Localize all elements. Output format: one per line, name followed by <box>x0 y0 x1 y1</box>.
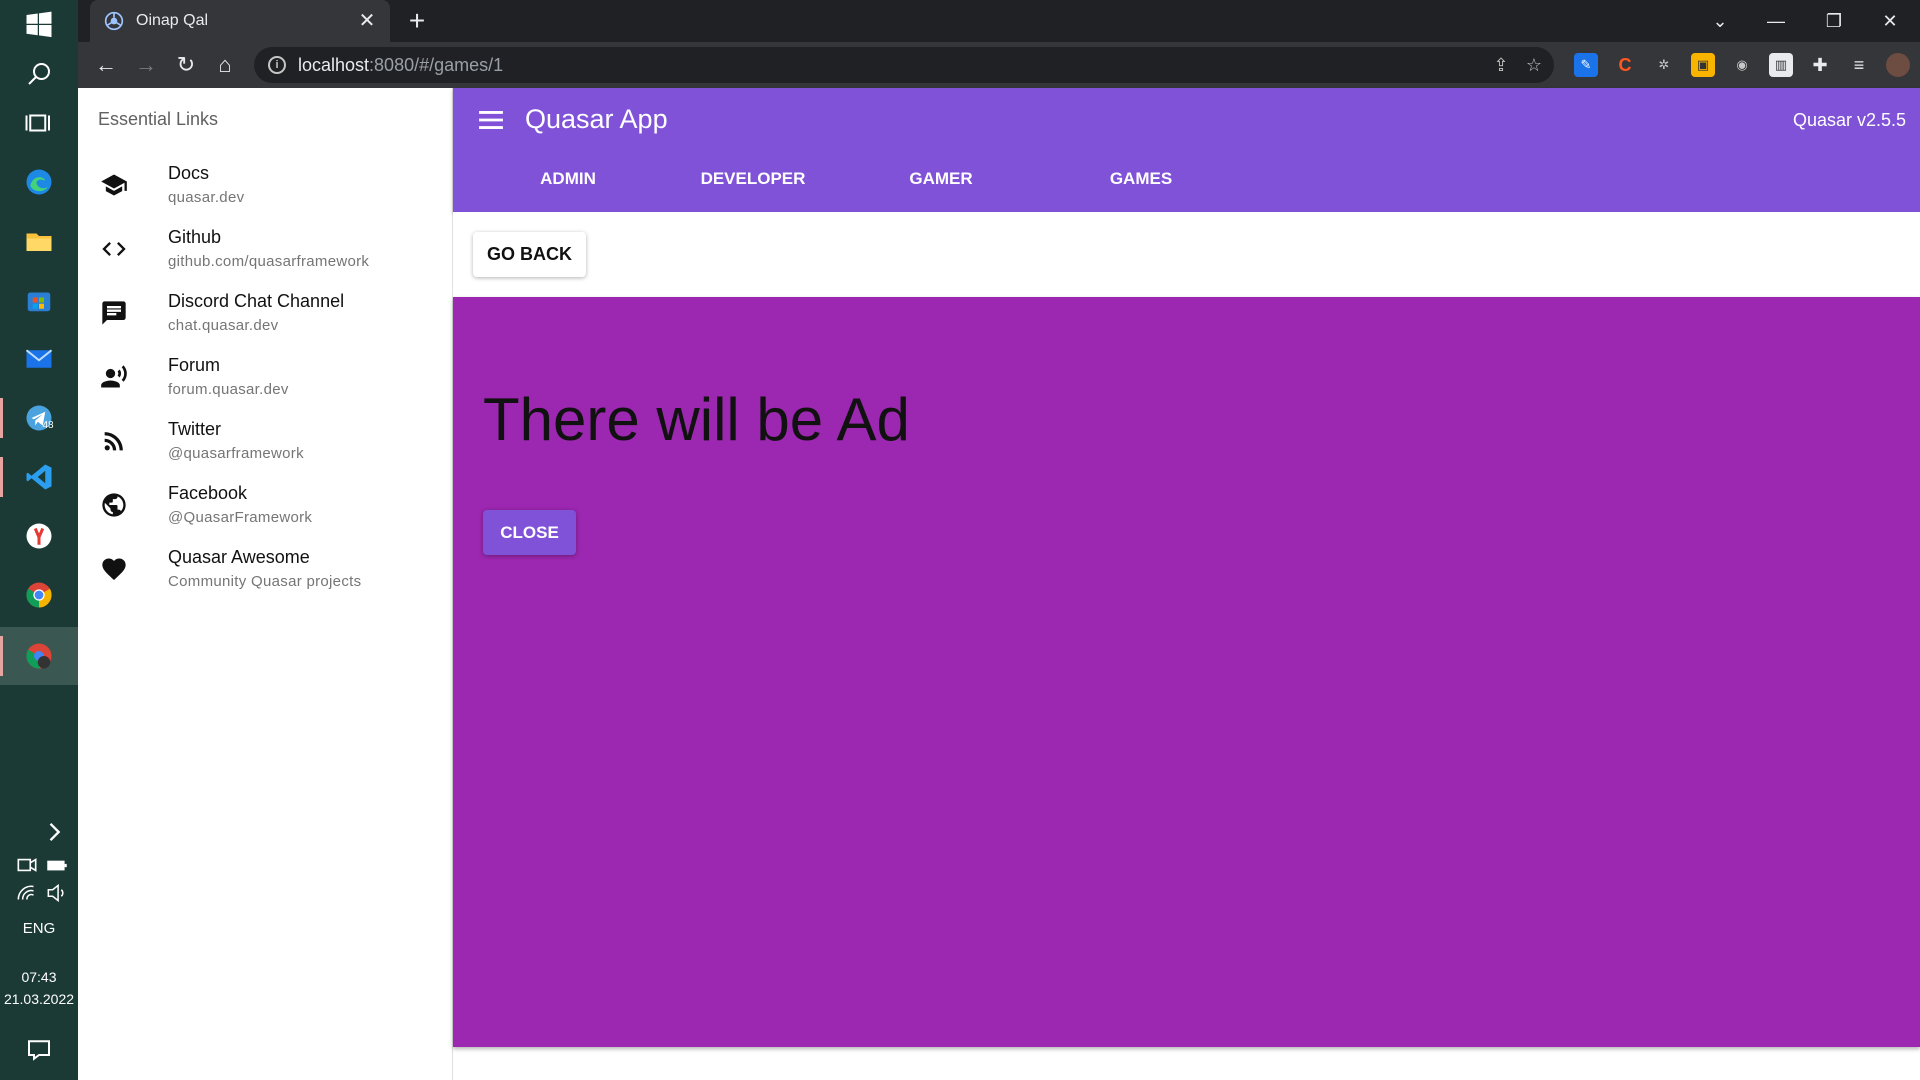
quasar-favicon-icon <box>104 11 124 31</box>
store-icon[interactable] <box>19 280 59 320</box>
chevron-right-icon[interactable] <box>40 812 68 852</box>
link-title: Github <box>168 227 222 247</box>
reload-icon[interactable]: ↻ <box>172 51 200 79</box>
record-voice-icon <box>98 361 130 393</box>
link-item-quasar-awesome[interactable]: Quasar Awesome Community Quasar projects <box>78 537 452 601</box>
tab-admin[interactable]: Admin <box>513 166 623 206</box>
battery-icon <box>44 852 70 878</box>
extensions-puzzle-icon[interactable]: ✚ <box>1808 53 1832 77</box>
link-item-forum[interactable]: Forum forum.quasar.dev <box>78 345 452 409</box>
public-icon <box>98 489 130 521</box>
chrome-profile-icon[interactable] <box>19 636 59 676</box>
forward-icon[interactable]: → <box>132 51 160 79</box>
url-text: localhost:8080/#/games/1 <box>298 55 503 76</box>
clock-time[interactable]: 07:43 <box>0 969 78 985</box>
link-caption: chat.quasar.dev <box>168 317 279 334</box>
site-info-icon[interactable]: i <box>268 56 286 74</box>
clock-date[interactable]: 21.03.2022 <box>0 991 78 1007</box>
windows-start-icon[interactable] <box>19 5 59 45</box>
tab-search-icon[interactable]: ⌄ <box>1700 6 1740 36</box>
file-explorer-icon[interactable] <box>19 221 59 261</box>
drawer-header: Essential Links <box>98 109 219 129</box>
rss-feed-icon <box>98 425 130 457</box>
link-title: Docs <box>168 163 210 183</box>
extension-pen-icon[interactable]: ✎ <box>1574 53 1598 77</box>
link-caption: Community Quasar projects <box>168 573 362 590</box>
windows-taskbar: 48 ENG 07:43 21.03.2022 <box>0 0 78 1080</box>
search-icon[interactable] <box>19 54 59 94</box>
extension-bug-icon[interactable]: ✲ <box>1652 53 1676 77</box>
media-controls-icon[interactable]: ≡ <box>1847 53 1871 77</box>
extension-chart-icon[interactable]: ▥ <box>1769 53 1793 77</box>
link-title: Twitter <box>168 419 222 439</box>
extension-signal-icon[interactable]: ◉ <box>1730 53 1754 77</box>
restore-icon[interactable]: ❐ <box>1814 6 1854 36</box>
app-header: Quasar App Quasar v2.5.5 Admin Developer… <box>453 88 1920 212</box>
chat-icon <box>98 297 130 329</box>
tab-developer[interactable]: Developer <box>683 166 823 206</box>
link-caption: github.com/quasarframework <box>168 253 370 270</box>
close-tab-icon[interactable]: ✕ <box>356 10 378 32</box>
favorite-icon <box>98 553 130 585</box>
app-title: Quasar App <box>525 104 668 134</box>
task-view-icon[interactable] <box>19 103 59 143</box>
url-host: localhost <box>298 54 370 75</box>
yandex-icon[interactable] <box>19 516 59 556</box>
home-icon[interactable]: ⌂ <box>211 51 239 79</box>
minimize-icon[interactable]: — <box>1756 6 1796 36</box>
browser-toolbar: ← → ↻ ⌂ i localhost:8080/#/games/1 ⇪ ☆ ✎… <box>78 42 1920 88</box>
link-item-facebook[interactable]: Facebook @QuasarFramework <box>78 473 452 537</box>
extension-c-icon[interactable]: C <box>1613 53 1637 77</box>
link-caption: @QuasarFramework <box>168 509 313 526</box>
volume-icon[interactable] <box>44 880 70 906</box>
go-back-button[interactable]: Go back <box>473 232 586 277</box>
browser-tabstrip: Oinap Qal ✕ + ⌄ — ❐ ✕ <box>78 0 1920 42</box>
tab-title: Oinap Qal <box>136 12 209 29</box>
link-caption: @quasarframework <box>168 445 304 462</box>
link-item-docs[interactable]: Docs quasar.dev <box>78 153 452 217</box>
link-caption: forum.quasar.dev <box>168 381 289 398</box>
extension-note-icon[interactable]: ▣ <box>1691 53 1715 77</box>
close-ad-button[interactable]: Close <box>483 510 576 555</box>
telegram-icon[interactable] <box>19 398 59 438</box>
address-bar[interactable]: i localhost:8080/#/games/1 ⇪ ☆ <box>254 47 1554 83</box>
menu-icon[interactable] <box>473 102 509 138</box>
share-icon[interactable]: ⇪ <box>1489 55 1513 75</box>
telegram-badge: 48 <box>42 420 54 431</box>
wifi-icon[interactable] <box>14 880 40 906</box>
vscode-icon[interactable] <box>19 457 59 497</box>
link-title: Forum <box>168 355 221 375</box>
link-title: Facebook <box>168 483 248 503</box>
new-tab-icon[interactable]: + <box>403 7 431 35</box>
language-indicator[interactable]: ENG <box>0 920 78 937</box>
chrome-icon[interactable] <box>19 575 59 615</box>
code-icon <box>98 233 130 265</box>
link-title: Quasar Awesome <box>168 547 310 567</box>
bookmark-star-icon[interactable]: ☆ <box>1522 55 1546 75</box>
edge-icon[interactable] <box>19 162 59 202</box>
link-item-twitter[interactable]: Twitter @quasarframework <box>78 409 452 473</box>
link-title: Discord Chat Channel <box>168 291 345 311</box>
link-caption: quasar.dev <box>168 189 245 206</box>
ad-panel: There will be Ad Close <box>453 297 1920 1047</box>
school-icon <box>98 169 130 201</box>
tab-games[interactable]: Games <box>1086 166 1196 206</box>
essential-links-drawer: Essential Links Docs quasar.dev Github g… <box>78 88 453 1080</box>
app-version: Quasar v2.5.5 <box>1792 110 1906 130</box>
browser-tab[interactable]: Oinap Qal ✕ <box>90 0 390 42</box>
ad-text: There will be Ad <box>483 386 910 453</box>
link-item-github[interactable]: Github github.com/quasarframework <box>78 217 452 281</box>
meet-now-icon[interactable] <box>14 852 40 878</box>
back-icon[interactable]: ← <box>92 51 120 79</box>
close-window-icon[interactable]: ✕ <box>1870 6 1910 36</box>
page-content: Go back There will be Ad Close <box>453 212 1920 1080</box>
link-item-discord[interactable]: Discord Chat Channel chat.quasar.dev <box>78 281 452 345</box>
profile-avatar[interactable] <box>1886 53 1910 77</box>
url-path: :8080/#/games/1 <box>369 54 504 75</box>
notification-icon[interactable] <box>19 1030 59 1070</box>
tab-gamer[interactable]: Gamer <box>886 166 996 206</box>
mail-icon[interactable] <box>19 339 59 379</box>
